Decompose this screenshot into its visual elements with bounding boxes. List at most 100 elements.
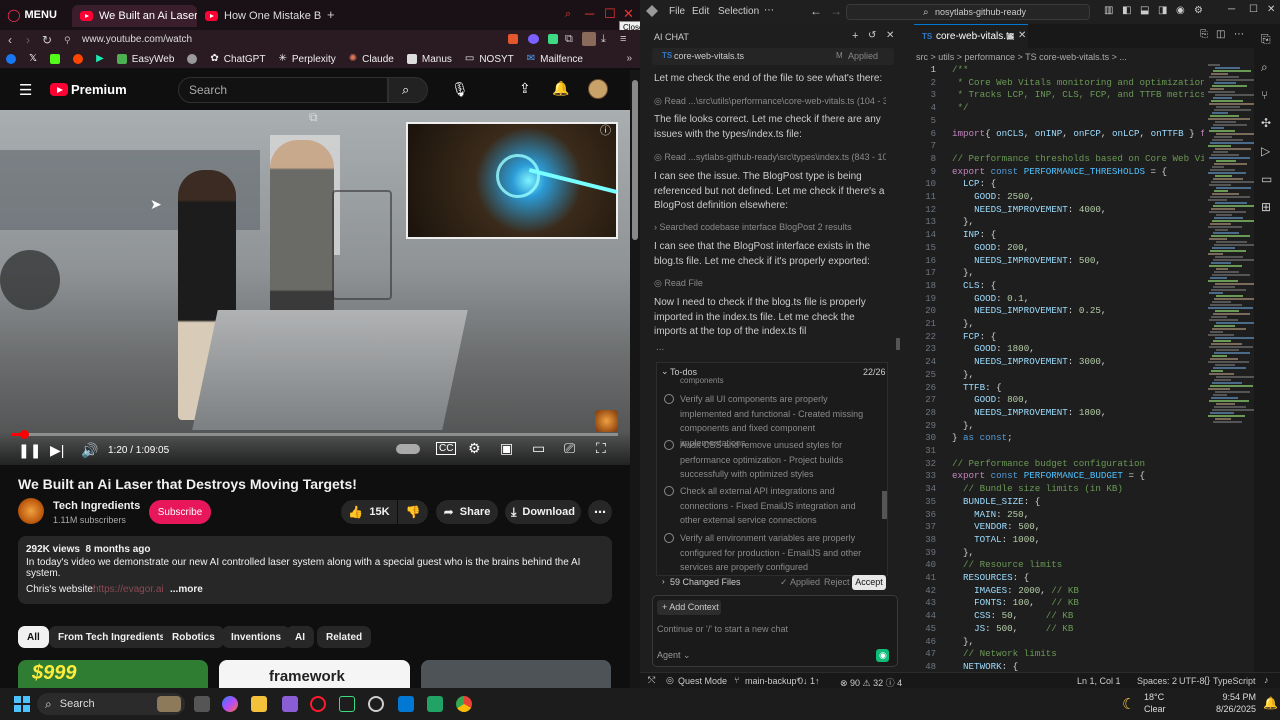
add-context-button[interactable]: + Add Context	[657, 600, 721, 615]
show-more-link[interactable]: ...more	[170, 584, 203, 595]
remote-explorer-icon[interactable]: ▭	[1261, 172, 1272, 186]
share-button[interactable]: ➦ Share	[436, 500, 498, 524]
channel-name[interactable]: Tech Ingredients	[53, 500, 140, 512]
bookmark-manus[interactable]: Manus	[406, 54, 452, 65]
chip-robotics[interactable]: Robotics	[163, 626, 224, 648]
related-video-thumbnail[interactable]: framework	[219, 660, 410, 688]
next-video-icon[interactable]: ▶|	[50, 442, 64, 459]
forward-icon[interactable]: ›	[26, 33, 30, 47]
video-endcard-thumbnail[interactable]: ⓘ	[406, 122, 618, 239]
browser-menu-button[interactable]: ◯ MENU	[0, 0, 64, 30]
status-sync[interactable]: 0↓ 1↑	[798, 676, 820, 686]
youtube-search-input[interactable]: Search	[178, 77, 388, 103]
editor-tab-active[interactable]: TS core-web-vitals.ts ▣ ✕	[914, 24, 1028, 48]
terminal-icon[interactable]	[339, 696, 355, 712]
sidebar-toggle-icon[interactable]: ◧	[1122, 5, 1131, 16]
extensions-puzzle-icon[interactable]: ⧉	[565, 33, 573, 46]
video-progress-bar[interactable]	[12, 430, 618, 439]
diff-icon[interactable]: ⎘	[1200, 29, 1208, 40]
minimize-icon[interactable]: ─	[585, 6, 594, 21]
channel-avatar[interactable]	[18, 498, 44, 524]
volume-icon[interactable]: 🔊	[81, 442, 98, 459]
window-close-icon[interactable]: ✕	[1267, 4, 1275, 15]
command-center[interactable]: ⌕ nosytlabs-github-ready	[846, 4, 1090, 20]
channel-watermark[interactable]	[595, 410, 618, 432]
facebook-icon[interactable]	[6, 54, 16, 64]
preview-icon[interactable]: ▣	[1006, 31, 1015, 42]
reddit-icon[interactable]	[73, 54, 84, 64]
task-view-icon[interactable]	[194, 696, 210, 712]
like-button[interactable]: 👍 15K	[341, 500, 397, 524]
teams-icon[interactable]	[282, 696, 298, 712]
website-link[interactable]: https://evagor.ai	[93, 584, 164, 595]
close-icon[interactable]: ✕	[623, 6, 634, 22]
bookmark-mailfence[interactable]: ✉ Mailfence	[527, 54, 583, 65]
bookmark-perplexity[interactable]: ✳ Perplexity	[278, 54, 335, 65]
split-editor-icon[interactable]: ◫	[1216, 29, 1225, 40]
run-debug-icon[interactable]: ▷	[1261, 144, 1270, 158]
start-button[interactable]	[14, 696, 30, 712]
chat-tool-call[interactable]: ◎ Read ...\src\utils\performance\core-we…	[654, 96, 886, 107]
reload-icon[interactable]: ↻	[42, 33, 52, 47]
menu-file[interactable]: File	[669, 6, 685, 17]
chat-tool-call[interactable]: ◎ Read File	[654, 278, 886, 289]
browser-tab-active[interactable]: We Built an Ai Laser th	[72, 5, 197, 27]
cast-icon[interactable]: ⎚	[564, 440, 575, 457]
nav-back-icon[interactable]: ←	[810, 4, 822, 18]
status-branch[interactable]: main-backup*	[745, 676, 800, 686]
extensions-icon[interactable]: ✣	[1261, 116, 1271, 130]
window-minimize-icon[interactable]: ─	[1228, 4, 1235, 15]
fullscreen-icon[interactable]: ⛶	[596, 440, 606, 457]
subscribe-button[interactable]: Subscribe	[149, 500, 211, 524]
theater-mode-icon[interactable]: ▭	[532, 440, 545, 457]
chat-tool-call[interactable]: › Searched codebase interface BlogPost 2…	[654, 222, 886, 232]
todo-item[interactable]: Verify all environment variables are pro…	[664, 531, 872, 575]
miniplayer-icon[interactable]: ▣	[500, 440, 513, 457]
chip-ai[interactable]: AI	[286, 626, 314, 648]
changed-files-label[interactable]: 59 Changed Files	[670, 577, 741, 587]
create-icon[interactable]: ⇪	[519, 80, 531, 97]
status-encoding[interactable]: UTF-8	[1179, 676, 1205, 686]
new-chat-icon[interactable]: +	[852, 30, 858, 42]
accounts-icon[interactable]: ◉	[1176, 5, 1185, 16]
window-maximize-icon[interactable]: ☐	[1249, 4, 1258, 15]
chat-file-chip[interactable]: TS core-web-vitals.ts M Applied	[652, 48, 894, 65]
explorer-icon[interactable]: ⎘	[1261, 32, 1271, 47]
captions-icon[interactable]: CC	[436, 442, 457, 455]
maximize-icon[interactable]: ☐	[604, 6, 616, 22]
search-icon[interactable]: ⌕	[1261, 60, 1268, 75]
url-field[interactable]: www.youtube.com/watch	[82, 34, 192, 45]
settings-icon[interactable]: ⚙	[1194, 5, 1203, 16]
send-button[interactable]: ◉	[876, 649, 889, 662]
chip-from-channel[interactable]: From Tech Ingredients	[49, 626, 175, 648]
browser-tab[interactable]: How One Mistake Broke O	[197, 5, 322, 27]
accept-button[interactable]: Accept	[852, 575, 886, 590]
video-description[interactable]: 292K views 8 months ago In today's video…	[18, 536, 612, 604]
account-avatar[interactable]	[588, 79, 608, 99]
extension-icon[interactable]	[548, 34, 558, 44]
layout-toggle-icon[interactable]: ▥	[1104, 5, 1113, 16]
chat-scrollbar-thumb[interactable]	[896, 338, 900, 350]
remote-indicator-icon[interactable]: ⤲	[648, 675, 655, 686]
clock-time[interactable]: 9:54 PM	[1206, 692, 1256, 702]
bookmark-claude[interactable]: ✺ Claude	[349, 54, 394, 65]
settings-gear-icon[interactable]: ⚙	[468, 440, 481, 457]
editor-more-icon[interactable]: ⋯	[1234, 29, 1244, 40]
more-actions-button[interactable]: ⋯	[588, 500, 612, 524]
page-scrollbar-thumb[interactable]	[632, 80, 638, 240]
menu-icon[interactable]: ≡	[620, 33, 626, 45]
notifications-bell-icon[interactable]: ♪	[1264, 675, 1269, 685]
bookmark-chatgpt[interactable]: ✿ ChatGPT	[210, 54, 265, 65]
autoplay-toggle[interactable]	[396, 444, 420, 454]
pause-icon[interactable]: ❚❚	[18, 442, 41, 459]
notifications-bell-icon[interactable]: 🔔	[552, 80, 569, 97]
chat-input-field[interactable]: Continue or '/' to start a new chat	[657, 624, 788, 634]
status-cursor-position[interactable]: Ln 1, Col 1	[1077, 676, 1121, 686]
clock-date[interactable]: 8/26/2025	[1206, 704, 1256, 714]
new-tab-icon[interactable]: +	[327, 7, 335, 22]
extension-icon[interactable]	[528, 34, 539, 44]
back-icon[interactable]: ‹	[8, 33, 12, 47]
youtube-search-button[interactable]: ⌕	[388, 77, 428, 103]
hamburger-menu-icon[interactable]: ☰	[19, 81, 32, 99]
status-mode[interactable]: Quest Mode	[678, 676, 727, 686]
